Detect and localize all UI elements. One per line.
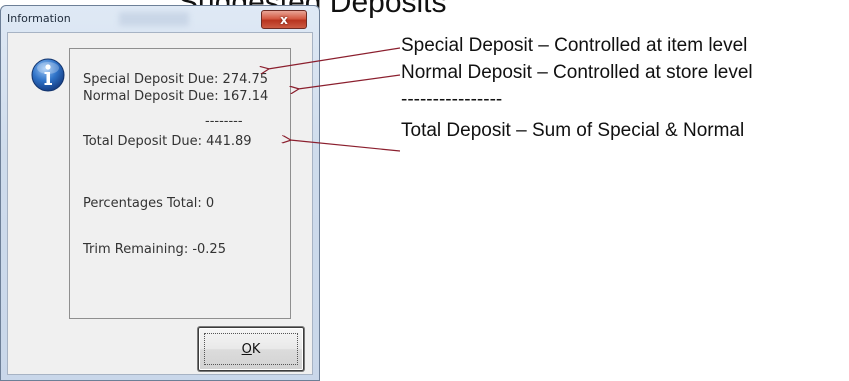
annotation-normal: Normal Deposit – Controlled at store lev… <box>401 62 753 83</box>
annotation-arrows <box>0 47 401 152</box>
annotation-total: Total Deposit – Sum of Special & Normal <box>401 120 745 141</box>
annotation-special: Special Deposit – Controlled at item lev… <box>401 35 748 56</box>
arrow-normal <box>298 74 401 89</box>
arrow-special <box>268 47 401 69</box>
arrow-total <box>290 140 401 152</box>
annotation-separator: ---------------- <box>401 89 503 110</box>
